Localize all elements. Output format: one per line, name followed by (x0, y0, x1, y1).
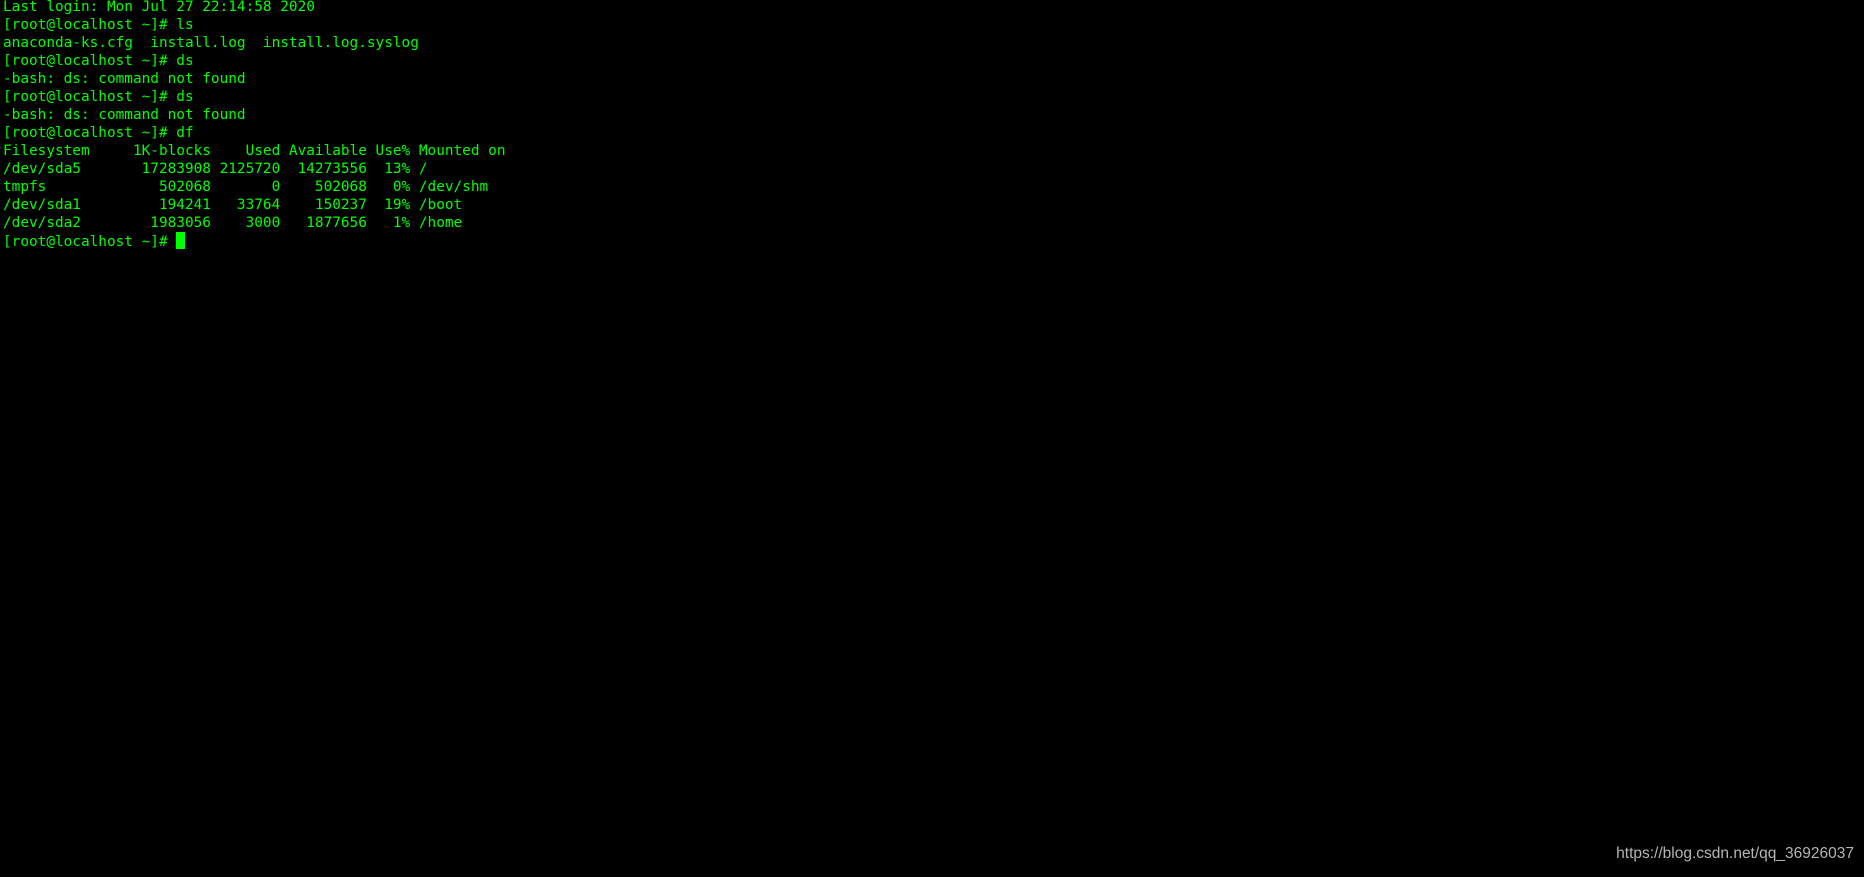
terminal-line: -bash: ds: command not found (3, 107, 246, 123)
terminal-line: Last login: Mon Jul 27 22:14:58 2020 (3, 0, 315, 15)
terminal-line: anaconda-ks.cfg install.log install.log.… (3, 35, 419, 51)
terminal-line: [root@localhost ~]# df (3, 125, 194, 141)
terminal-line: [root@localhost ~]# ds (3, 53, 194, 69)
df-row: /dev/sda5 17283908 2125720 14273556 13% … (3, 161, 428, 177)
terminal-line: -bash: ds: command not found (3, 71, 246, 87)
shell-prompt: [root@localhost ~]# (3, 234, 177, 250)
terminal-line: [root@localhost ~]# ls (3, 17, 194, 33)
df-row: tmpfs 502068 0 502068 0% /dev/shm (3, 179, 489, 195)
df-row: /dev/sda2 1983056 3000 1877656 1% /home (3, 215, 463, 231)
terminal-output[interactable]: Last login: Mon Jul 27 22:14:58 2020 [ro… (3, 0, 506, 250)
watermark: https://blog.csdn.net/qq_36926037 (1616, 845, 1854, 862)
text-cursor (176, 232, 186, 249)
terminal-line: [root@localhost ~]# ds (3, 89, 194, 105)
df-row: /dev/sda1 194241 33764 150237 19% /boot (3, 197, 463, 213)
current-prompt-line[interactable]: [root@localhost ~]# (3, 232, 506, 250)
df-header: Filesystem 1K-blocks Used Available Use%… (3, 143, 506, 159)
